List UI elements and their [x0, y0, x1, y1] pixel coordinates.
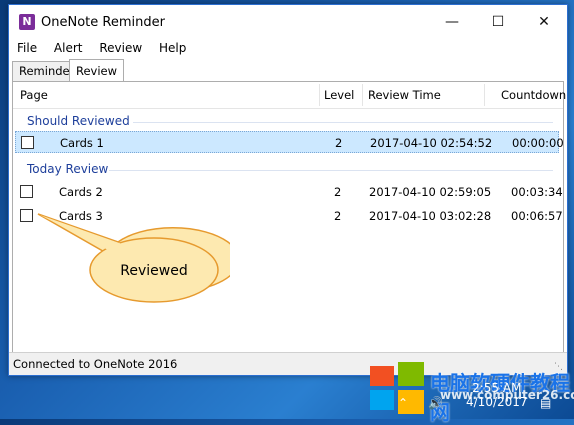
level-value: 2 — [334, 185, 342, 199]
clock-date: 4/10/2017 — [466, 395, 528, 409]
countdown-value: 00:06:57 — [511, 209, 563, 223]
column-level[interactable]: Level — [324, 88, 354, 102]
taskbar-clock[interactable]: 2:55 AM 4/10/2017 — [466, 381, 528, 409]
connection-status: Connected to OneNote 2016 — [13, 357, 178, 371]
level-value: 2 — [334, 209, 342, 223]
minimize-button[interactable]: — — [429, 5, 475, 39]
menu-review[interactable]: Review — [94, 39, 147, 57]
level-value: 2 — [335, 136, 343, 150]
column-review-time[interactable]: Review Time — [368, 88, 441, 102]
review-time-value: 2017-04-10 02:59:05 — [369, 185, 492, 199]
page-name: Cards 2 — [59, 185, 103, 199]
menu-bar: File Alert Review Help — [9, 39, 567, 59]
close-button[interactable]: ✕ — [521, 5, 567, 39]
column-countdown[interactable]: Countdown — [501, 88, 566, 102]
group-divider — [133, 122, 553, 123]
app-window: N OneNote Reminder — ☐ ✕ File Alert Revi… — [8, 4, 568, 376]
clock-time: 2:55 AM — [472, 381, 522, 395]
callout-bubble: Reviewed — [37, 213, 230, 303]
action-center-icon[interactable]: ▤ — [540, 396, 551, 410]
menu-file[interactable]: File — [12, 39, 42, 57]
group-should-reviewed: Should Reviewed — [27, 114, 130, 128]
review-time-value: 2017-04-10 03:02:28 — [369, 209, 492, 223]
callout-text: Reviewed — [120, 263, 187, 279]
list-item[interactable]: Cards 1 2 2017-04-10 02:54:52 00:00:00 — [15, 131, 564, 153]
title-bar[interactable]: N OneNote Reminder — ☐ ✕ — [9, 5, 567, 39]
menu-help[interactable]: Help — [154, 39, 191, 57]
list-header: Page Level Review Time Countdown — [13, 82, 566, 109]
group-divider — [109, 170, 553, 171]
group-today-review: Today Review — [27, 162, 109, 176]
page-name: Cards 1 — [60, 136, 104, 150]
maximize-button[interactable]: ☐ — [475, 5, 521, 39]
countdown-value: 00:00:00 — [512, 136, 564, 150]
column-page[interactable]: Page — [20, 88, 48, 102]
menu-alert[interactable]: Alert — [49, 39, 88, 57]
countdown-value: 00:03:34 — [511, 185, 563, 199]
tab-review[interactable]: Review — [69, 59, 125, 82]
volume-icon[interactable]: 🔊 — [428, 396, 443, 410]
onenote-app-icon: N — [19, 14, 35, 30]
tab-strip: Reminder Review — [9, 59, 567, 82]
network-icon[interactable]: ⌃ — [398, 396, 408, 410]
review-checkbox[interactable] — [21, 136, 34, 149]
window-title: OneNote Reminder — [41, 15, 165, 30]
review-time-value: 2017-04-10 02:54:52 — [370, 136, 493, 150]
review-checkbox[interactable] — [20, 185, 33, 198]
